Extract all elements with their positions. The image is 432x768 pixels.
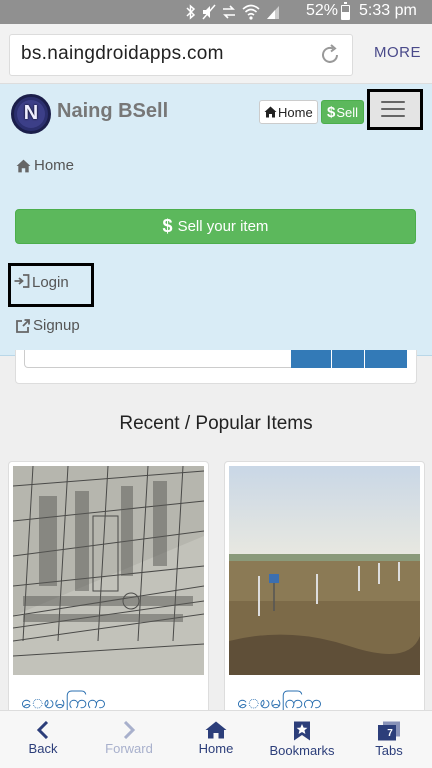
search-button[interactable]	[291, 350, 331, 368]
chevron-left-icon	[36, 721, 49, 739]
reload-icon[interactable]	[318, 43, 342, 67]
search-input[interactable]	[24, 350, 292, 368]
search-panel	[15, 350, 417, 384]
menu-item-home-label: Home	[34, 157, 75, 174]
tabs-label: Tabs	[375, 743, 403, 758]
browser-toolbar: bs.naingdroidapps.com MORE	[0, 24, 432, 84]
chevron-right-icon	[123, 721, 136, 739]
sell-your-item-label: Sell your item	[177, 218, 269, 235]
battery-percent: 52%	[306, 2, 339, 19]
browser-bottom-nav: Back Forward Home Bookmarks 7 Tabs	[0, 710, 432, 768]
home-nav-label: Home	[198, 741, 234, 756]
signal-icon	[267, 6, 279, 19]
bookmarks-label: Bookmarks	[269, 743, 335, 758]
status-icons	[186, 4, 280, 20]
tabs-button[interactable]: 7 Tabs	[346, 711, 432, 768]
external-link-icon	[16, 318, 30, 333]
sell-your-item-button[interactable]: $ Sell your item	[15, 209, 416, 244]
home-icon	[16, 159, 31, 172]
signup-label: Signup	[33, 317, 80, 334]
hamburger-icon-line	[381, 108, 405, 110]
url-text[interactable]: bs.naingdroidapps.com	[21, 43, 224, 65]
land-map-photo	[13, 466, 204, 675]
section-title: Recent / Popular Items	[119, 413, 313, 434]
home-nav-button[interactable]: Home	[173, 711, 259, 768]
item-card[interactable]: ေၿမကြက္	[8, 461, 209, 710]
sell-button-label: Sell	[336, 104, 359, 120]
dollar-icon: $	[162, 216, 173, 236]
navbar-menu: N Naing BSell Home $ Sell Home $ Sell yo…	[0, 84, 432, 356]
wifi-icon	[242, 4, 260, 20]
logo-letter: N	[23, 102, 39, 124]
item-title[interactable]: ေၿမကြက္	[237, 690, 322, 710]
tabs-count: 7	[387, 728, 393, 739]
bookmark-star-icon	[294, 721, 310, 741]
home-icon	[205, 721, 227, 739]
hamburger-icon-line	[381, 115, 405, 117]
dollar-icon: $	[327, 103, 336, 121]
home-button[interactable]: Home	[259, 100, 318, 124]
forward-label: Forward	[105, 741, 153, 756]
sell-button[interactable]: $ Sell	[321, 100, 365, 124]
item-image[interactable]	[229, 466, 420, 675]
menu-item-login[interactable]: Login	[8, 263, 94, 307]
login-label: Login	[32, 274, 69, 291]
back-label: Back	[28, 741, 58, 756]
item-image[interactable]	[13, 466, 204, 675]
web-page: N Naing BSell Home $ Sell Home $ Sell yo…	[0, 84, 432, 710]
login-icon	[14, 274, 30, 288]
filter-button[interactable]	[365, 350, 407, 368]
back-button[interactable]: Back	[0, 711, 86, 768]
brand-name[interactable]: Naing BSell	[57, 100, 168, 123]
data-transfer-icon	[223, 5, 235, 19]
home-icon	[264, 106, 277, 118]
home-button-label: Home	[278, 104, 313, 120]
status-bar: 52% 5:33 pm	[0, 0, 432, 24]
forward-button[interactable]: Forward	[86, 711, 172, 768]
logo[interactable]: N	[11, 94, 51, 134]
mute-icon	[202, 4, 216, 20]
address-bar[interactable]: bs.naingdroidapps.com	[9, 34, 353, 76]
hamburger-menu-button[interactable]	[367, 89, 423, 130]
bluetooth-icon	[186, 4, 196, 20]
bookmarks-button[interactable]: Bookmarks	[259, 711, 345, 768]
menu-item-signup[interactable]: Signup	[16, 317, 80, 334]
item-card[interactable]: ေၿမကြက္	[224, 461, 425, 710]
battery-icon	[341, 2, 350, 20]
land-field-photo	[229, 466, 420, 675]
more-button[interactable]: MORE	[374, 44, 421, 61]
status-time: 5:33 pm	[359, 2, 417, 19]
menu-item-home[interactable]: Home	[16, 157, 74, 174]
category-button[interactable]	[332, 350, 364, 368]
item-title[interactable]: ေၿမကြက္	[21, 690, 106, 710]
hamburger-icon	[381, 101, 405, 103]
